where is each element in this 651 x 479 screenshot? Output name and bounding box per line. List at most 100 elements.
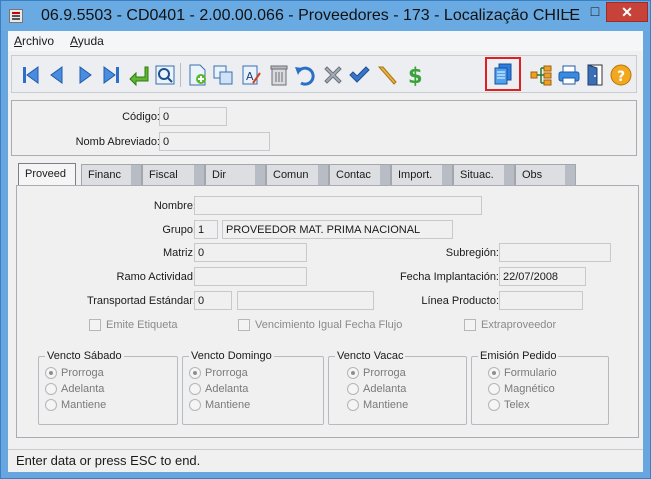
subregion-field[interactable] xyxy=(499,243,611,262)
transportad-estandar-label: Transportad Estándar: xyxy=(86,295,196,307)
tab-obs[interactable]: Obs xyxy=(515,164,576,185)
toolbar: A $ ? xyxy=(11,55,637,93)
confirm-button[interactable] xyxy=(346,62,372,88)
pencil-button[interactable] xyxy=(374,62,400,88)
delete-button[interactable] xyxy=(266,62,292,88)
help-button[interactable]: ? xyxy=(608,62,634,88)
nombre-field[interactable] xyxy=(194,196,482,215)
return-button[interactable] xyxy=(126,62,152,88)
group-emision-pedido: Emisión Pedido Formulario Magnético Tele… xyxy=(471,350,609,425)
menu-archivo-label: Archivo xyxy=(14,34,55,48)
codigo-label: Código: xyxy=(122,111,160,123)
client-area: Archivo Ayuda A $ ? Código: 0 Nomb Abrev… xyxy=(8,31,643,472)
radio-emision-formulario[interactable]: Formulario xyxy=(488,367,557,379)
matriz-label: Matriz: xyxy=(163,247,196,259)
previous-record-button[interactable] xyxy=(44,62,70,88)
radio-dot xyxy=(45,367,57,379)
linea-producto-field[interactable] xyxy=(499,291,583,310)
close-button[interactable]: ✕ xyxy=(606,2,648,22)
radio-vacac-mantiene[interactable]: Mantiene xyxy=(347,399,408,411)
status-bar: Enter data or press ESC to end. xyxy=(8,449,643,472)
radio-domingo-prorroga[interactable]: Prorroga xyxy=(189,367,248,379)
checkbox-box xyxy=(238,319,250,331)
undo-button[interactable] xyxy=(292,62,318,88)
radio-domingo-mantiene[interactable]: Mantiene xyxy=(189,399,250,411)
search-button[interactable] xyxy=(152,62,178,88)
emite-etiqueta-checkbox[interactable]: Emite Etiqueta xyxy=(89,319,178,331)
tab-import[interactable]: Import. xyxy=(391,164,453,185)
window-title: 06.9.5503 - CD0401 - 2.00.00.066 - Prove… xyxy=(41,7,580,24)
cancel-icon xyxy=(324,66,342,84)
app-icon[interactable] xyxy=(9,9,23,23)
edit-button[interactable]: A xyxy=(238,62,264,88)
menu-ayuda[interactable]: Ayuda xyxy=(70,34,104,48)
extraproveedor-checkbox[interactable]: Extraproveedor xyxy=(464,319,556,331)
tab-dir[interactable]: Dir xyxy=(205,164,266,185)
menu-bar: Archivo Ayuda xyxy=(8,31,643,51)
ramo-actividad-field[interactable] xyxy=(194,267,307,286)
radio-sabado-adelanta[interactable]: Adelanta xyxy=(45,383,104,395)
minimize-button[interactable]: – xyxy=(554,2,580,22)
tab-contac[interactable]: Contac xyxy=(329,164,391,185)
new-record-icon xyxy=(189,64,206,86)
group-vencto-vacac: Vencto Vacac Prorroga Adelanta Mantiene xyxy=(328,350,467,425)
codigo-field[interactable]: 0 xyxy=(159,107,227,126)
svg-text:?: ? xyxy=(617,69,625,85)
linea-producto-label: Línea Producto: xyxy=(421,295,499,307)
help-icon: ? xyxy=(610,64,632,86)
copy-button[interactable] xyxy=(210,62,236,88)
radio-dot xyxy=(488,367,500,379)
tab-import-label: Import. xyxy=(398,169,433,181)
radio-emision-magnetico[interactable]: Magnético xyxy=(488,383,555,395)
matriz-field[interactable]: 0 xyxy=(194,243,307,262)
tab-fiscal[interactable]: Fiscal xyxy=(142,164,205,185)
transportad-code-field[interactable]: 0 xyxy=(194,291,232,310)
documents-button[interactable] xyxy=(485,57,521,91)
radio-dot xyxy=(347,399,359,411)
vencimiento-igual-checkbox[interactable]: Vencimiento Igual Fecha Flujo xyxy=(238,319,402,331)
tab-situac[interactable]: Situac. xyxy=(453,164,515,185)
print-button[interactable] xyxy=(556,62,582,88)
tab-comun[interactable]: Comun xyxy=(266,164,329,185)
nombre-label: Nombre: xyxy=(153,200,196,212)
first-record-button[interactable] xyxy=(18,62,44,88)
nomb-abreviado-field[interactable]: 0 xyxy=(159,132,270,151)
radio-dot xyxy=(488,399,500,411)
radio-dot xyxy=(45,399,57,411)
next-record-icon xyxy=(79,66,92,84)
grupo-code-field[interactable]: 1 xyxy=(194,220,218,239)
group-emision-pedido-title: Emisión Pedido xyxy=(478,350,559,362)
dollar-button[interactable]: $ xyxy=(402,62,428,88)
tab-situac-label: Situac. xyxy=(460,169,494,181)
title-bar[interactable]: 06.9.5503 - CD0401 - 2.00.00.066 - Prove… xyxy=(1,1,650,31)
radio-label: Adelanta xyxy=(205,383,249,395)
new-record-button[interactable] xyxy=(184,62,210,88)
exit-button[interactable] xyxy=(582,62,608,88)
edit-icon: A xyxy=(242,65,261,85)
grupo-description-field: PROVEEDOR MAT. PRIMA NACIONAL xyxy=(222,220,453,239)
next-record-button[interactable] xyxy=(72,62,98,88)
tab-financ-label: Financ xyxy=(88,169,122,181)
last-record-button[interactable] xyxy=(98,62,124,88)
radio-vacac-prorroga[interactable]: Prorroga xyxy=(347,367,406,379)
radio-domingo-adelanta[interactable]: Adelanta xyxy=(189,383,248,395)
radio-emision-telex[interactable]: Telex xyxy=(488,399,530,411)
hierarchy-button[interactable] xyxy=(528,62,554,88)
radio-label: Adelanta xyxy=(363,383,407,395)
hierarchy-icon xyxy=(530,65,552,86)
tab-contac-label: Contac xyxy=(336,169,371,181)
tab-obs-label: Obs xyxy=(522,169,543,181)
pencil-icon xyxy=(377,66,397,85)
radio-sabado-prorroga[interactable]: Prorroga xyxy=(45,367,104,379)
status-text: Enter data or press ESC to end. xyxy=(16,453,201,468)
tab-fiscal-label: Fiscal xyxy=(149,169,178,181)
cancel-button[interactable] xyxy=(320,62,346,88)
copy-icon xyxy=(213,65,233,85)
fecha-implantacion-field[interactable]: 22/07/2008 xyxy=(499,267,586,286)
maximize-button[interactable]: □ xyxy=(582,2,608,22)
tab-proveed[interactable]: Proveed xyxy=(18,163,76,186)
menu-archivo[interactable]: Archivo xyxy=(14,34,54,48)
radio-vacac-adelanta[interactable]: Adelanta xyxy=(347,383,406,395)
tab-financ[interactable]: Financ xyxy=(81,164,142,185)
radio-sabado-mantiene[interactable]: Mantiene xyxy=(45,399,106,411)
